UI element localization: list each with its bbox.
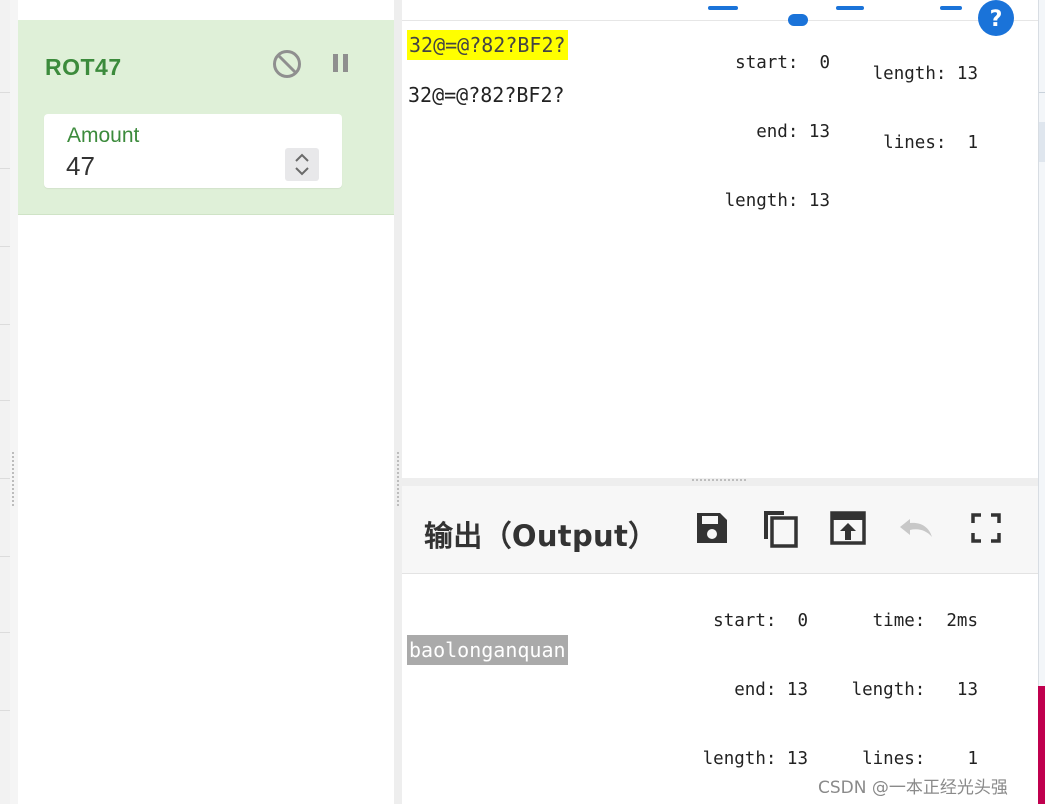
output-header: 输出（Output） bbox=[402, 486, 1038, 574]
output-lines: lines: 1 bbox=[862, 749, 978, 769]
output-selection-stats: start: 0 end: 13 length: 13 bbox=[700, 564, 808, 794]
recipe-header-edge bbox=[18, 0, 394, 21]
svg-text:?: ? bbox=[990, 7, 1003, 32]
amount-stepper[interactable] bbox=[285, 148, 319, 181]
output-title: 输出（Output） bbox=[424, 519, 658, 553]
strip-tick bbox=[0, 324, 10, 325]
input-sel-length: length: 13 bbox=[724, 191, 830, 211]
strip-tick bbox=[0, 400, 10, 401]
help-icon[interactable]: ? bbox=[977, 0, 1015, 36]
rot47-operation-card[interactable]: ROT47 Amount bbox=[18, 20, 394, 215]
input-length: length: 13 bbox=[872, 64, 978, 84]
input-sel-end: end: 13 bbox=[756, 122, 830, 142]
input-output-splitter[interactable] bbox=[402, 478, 1038, 486]
gutter-grip[interactable] bbox=[12, 452, 14, 508]
outer-right-accent bbox=[1038, 686, 1045, 804]
output-text[interactable]: baolonganquan bbox=[407, 635, 568, 665]
operation-title: ROT47 bbox=[45, 54, 122, 80]
strip-tick bbox=[0, 632, 10, 633]
undo-icon[interactable] bbox=[896, 508, 936, 548]
row-splitter-grip[interactable] bbox=[692, 479, 748, 481]
strip-tick bbox=[0, 478, 10, 479]
disable-icon[interactable] bbox=[270, 47, 304, 81]
output-time: time: 2ms bbox=[872, 611, 978, 631]
recipe-panel: ROT47 Amount bbox=[18, 0, 394, 804]
strip-tick bbox=[0, 556, 10, 557]
amount-label: Amount bbox=[67, 124, 140, 147]
watermark: CSDN @一本正经光头强 bbox=[818, 778, 1008, 798]
copy-icon[interactable] bbox=[760, 508, 800, 548]
strip-tick bbox=[0, 92, 10, 93]
input-selection-stats: start: 0 end: 13 length: 13 bbox=[722, 6, 830, 236]
strip-tick bbox=[0, 246, 10, 247]
strip-tick bbox=[0, 168, 10, 169]
fullscreen-icon[interactable] bbox=[966, 508, 1006, 548]
input-highlighted-text[interactable]: 32@=@?82?BF2? bbox=[407, 30, 568, 60]
input-lines: lines: 1 bbox=[883, 133, 978, 153]
output-sel-start: start: 0 bbox=[713, 611, 808, 631]
output-sel-end: end: 13 bbox=[734, 680, 808, 700]
move-to-input-icon[interactable] bbox=[828, 508, 868, 548]
left-resize-gutter[interactable] bbox=[10, 0, 18, 804]
chevron-down-icon bbox=[295, 167, 309, 176]
splitter-grip[interactable] bbox=[397, 452, 399, 508]
amount-input[interactable] bbox=[66, 151, 266, 182]
recipe-io-splitter[interactable] bbox=[394, 0, 402, 804]
input-stats: length: 13 lines: 1 bbox=[866, 17, 978, 178]
input-text[interactable]: 32@=@?82?BF2? bbox=[408, 80, 565, 110]
amount-field-box[interactable]: Amount bbox=[44, 114, 342, 188]
output-sel-length: length: 13 bbox=[702, 749, 808, 769]
pause-icon[interactable] bbox=[326, 48, 358, 80]
chevron-up-icon bbox=[295, 153, 309, 162]
output-stats: time: 2ms length: 13 lines: 1 bbox=[840, 564, 978, 794]
outer-right-strip bbox=[1038, 0, 1045, 804]
save-icon[interactable] bbox=[692, 508, 732, 548]
input-sel-start: start: 0 bbox=[735, 53, 830, 73]
output-length: length: 13 bbox=[851, 680, 978, 700]
strip-tick bbox=[0, 710, 10, 711]
